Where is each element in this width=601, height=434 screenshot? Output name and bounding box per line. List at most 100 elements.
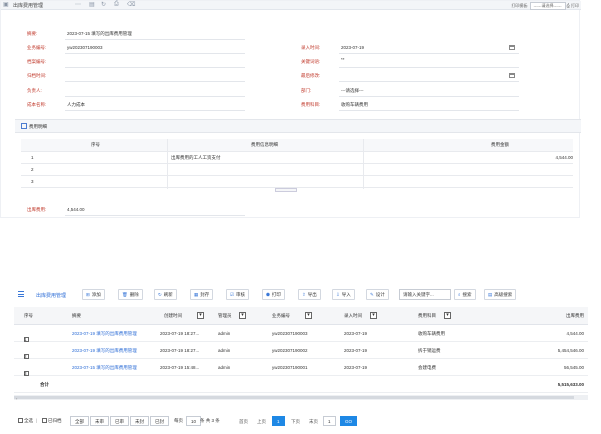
detail-total-underline [65, 215, 245, 216]
row-summary-link[interactable]: 2023-07-19 填写的出库费用管理 [72, 348, 137, 354]
current-page[interactable]: 1 [272, 416, 285, 426]
advanced-search-button[interactable]: ▤ 高级搜索 [484, 289, 517, 300]
archive-no-label: 档案编号: [27, 59, 47, 64]
goto-page-input[interactable]: 1 [323, 416, 336, 426]
select-all-checkbox[interactable] [18, 418, 23, 423]
next-page-button[interactable]: 下页 [286, 416, 305, 426]
row-manager: admin [218, 365, 231, 370]
prev-page-button[interactable]: 上页 [252, 416, 271, 426]
print-icon[interactable]: ⎙ [114, 1, 119, 8]
chevron-down-icon[interactable]: ▾ [197, 312, 204, 319]
calendar-icon-2[interactable] [509, 73, 515, 78]
add-button[interactable]: ⊞ 添加 [82, 289, 105, 300]
total-label: 合计 [40, 382, 49, 387]
delete-button[interactable]: 🗑 删除 [118, 289, 143, 300]
detail-row-amount[interactable]: 4,544.00 [555, 155, 573, 160]
search-input[interactable]: 请输入关键字... [399, 289, 451, 300]
table-row[interactable]: 3 2023-07-15 填写的出库费用管理 2023-07-19 15:48.… [14, 359, 588, 376]
advanced-search-label: 高级搜索 [494, 292, 513, 297]
chevron-down-icon[interactable]: ▾ [370, 312, 377, 319]
scroll-thumb[interactable] [14, 396, 574, 399]
summary-label: 摘要: [27, 31, 38, 36]
seal-button[interactable]: ▦ 封存 [190, 289, 214, 300]
total-amount: 5,515,633.00 [557, 382, 584, 387]
list-icon [21, 123, 27, 129]
grid-header: 序号 摘要 创建时间 ▾ 管理员 ▾ 业务编号 ▾ 录入时间 ▾ 费用科目 ▾ … [14, 307, 588, 325]
col-created[interactable]: 创建时间 [164, 313, 182, 319]
col-entry-time[interactable]: 录入时间 [344, 313, 362, 319]
filter-icon: ▤ [488, 292, 493, 297]
entry-time-field[interactable]: 2023-07-19 [341, 45, 364, 50]
calendar-icon[interactable] [509, 45, 515, 50]
summary-field[interactable]: 2023-07-15 填写的出库费用管理 [67, 31, 132, 37]
select-all[interactable]: 全选 [18, 418, 33, 424]
scroll-left-icon[interactable]: ‹ [16, 396, 17, 401]
detail-row[interactable]: 3 [21, 176, 573, 188]
detail-row-info[interactable]: 出库费用的工人工资支付 [171, 155, 221, 161]
archived-checkbox[interactable] [42, 418, 47, 423]
refresh-button[interactable]: ↻ 刷新 [154, 289, 177, 300]
row-summary-link[interactable]: 2023-07-15 填写的出库费用管理 [72, 365, 137, 371]
refresh-icon[interactable]: ↻ [101, 1, 106, 8]
col-amount[interactable]: 出库费用 [566, 313, 584, 319]
filter-unsealed[interactable]: 未封 [130, 416, 149, 426]
col-manager[interactable]: 管理员 [218, 313, 232, 319]
filter-all[interactable]: 全部 [70, 416, 89, 426]
filter-sealed[interactable]: 已封 [150, 416, 169, 426]
filter-reviewed[interactable]: 已审 [110, 416, 129, 426]
col-summary[interactable]: 摘要 [72, 313, 81, 319]
cost-name-field[interactable]: 人力成本 [67, 102, 85, 108]
chevron-down-icon[interactable]: ▾ [305, 312, 312, 319]
horizontal-scrollbar[interactable] [14, 395, 588, 400]
save-icon[interactable]: ▤ [89, 1, 95, 8]
row-summary-link[interactable]: 2023-07-19 填写的出库费用管理 [72, 331, 137, 337]
add-icon: ⊞ [86, 292, 90, 297]
row-subject: 拆于销运费 [418, 348, 441, 353]
import-label: 导入 [341, 292, 351, 297]
detail-row[interactable]: 2 [21, 164, 573, 176]
list-title[interactable]: 出库费用管理 [36, 292, 66, 299]
business-no-field[interactable]: yw202307190003 [67, 45, 103, 50]
audit-button[interactable]: ☑ 审核 [226, 289, 250, 300]
last-page-button[interactable]: 末页 [304, 416, 323, 426]
chevron-down-icon[interactable]: ▾ [239, 312, 246, 319]
search-button[interactable]: ⌕ 搜索 [454, 289, 476, 300]
print-template-select[interactable]: ------请选择------ [529, 2, 566, 10]
print-icon-small[interactable]: ⎙ [567, 3, 570, 8]
design-button[interactable]: ✎ 设计 [366, 289, 389, 300]
detail-scroll-thumb[interactable] [275, 188, 297, 192]
detail-row[interactable]: 1 出库费用的工人工资支付 4,544.00 [21, 152, 573, 164]
edit-time-underline [339, 81, 519, 82]
detail-section-header: 费用明细 [15, 119, 581, 133]
business-no-label: 业务编号: [27, 45, 47, 50]
col-subject[interactable]: 费用科目 [418, 313, 436, 319]
summary-underline [65, 39, 245, 40]
voucher-field[interactable]: ** [341, 57, 345, 62]
first-page-button[interactable]: 首页 [234, 416, 253, 426]
expense-subject-field[interactable]: 收购车辆费用 [341, 102, 368, 108]
col-business-no[interactable]: 业务编号 [272, 313, 290, 319]
chevron-down-icon[interactable]: ▾ [444, 312, 451, 319]
go-button[interactable]: GO [340, 416, 358, 426]
export-button[interactable]: ⇪ 导出 [298, 289, 321, 300]
delete-label: 删除 [129, 292, 139, 297]
print-button[interactable]: 打印 [571, 3, 579, 8]
delete-icon[interactable]: ⌫ [127, 1, 135, 8]
more-icon[interactable]: ⋯ [75, 1, 81, 8]
audit-icon: ☑ [230, 292, 235, 297]
menu-icon[interactable] [18, 291, 24, 297]
per-page-input[interactable]: 10 [186, 416, 202, 426]
select-all-label: 全选 [24, 418, 33, 423]
form-title: 出库费用管理 [13, 3, 44, 9]
import-button[interactable]: ⇩ 导入 [332, 289, 355, 300]
archived-filter[interactable]: 已归档 [42, 418, 62, 424]
detail-col-no: 序号 [91, 142, 100, 147]
row-manager: admin [218, 331, 231, 336]
filter-unreviewed[interactable]: 未审 [90, 416, 109, 426]
row-amount: 5,454,546.00 [557, 348, 584, 353]
detail-col-divider [167, 139, 168, 189]
dept-select[interactable]: ---请选择--- [341, 88, 364, 94]
table-row[interactable]: 2 2023-07-19 填写的出库费用管理 2023-07-19 18:27.… [14, 342, 588, 359]
print-button[interactable]: ⬟ 打印 [262, 289, 285, 300]
table-row[interactable]: 1 2023-07-19 填写的出库费用管理 2023-07-19 18:27.… [14, 325, 588, 342]
